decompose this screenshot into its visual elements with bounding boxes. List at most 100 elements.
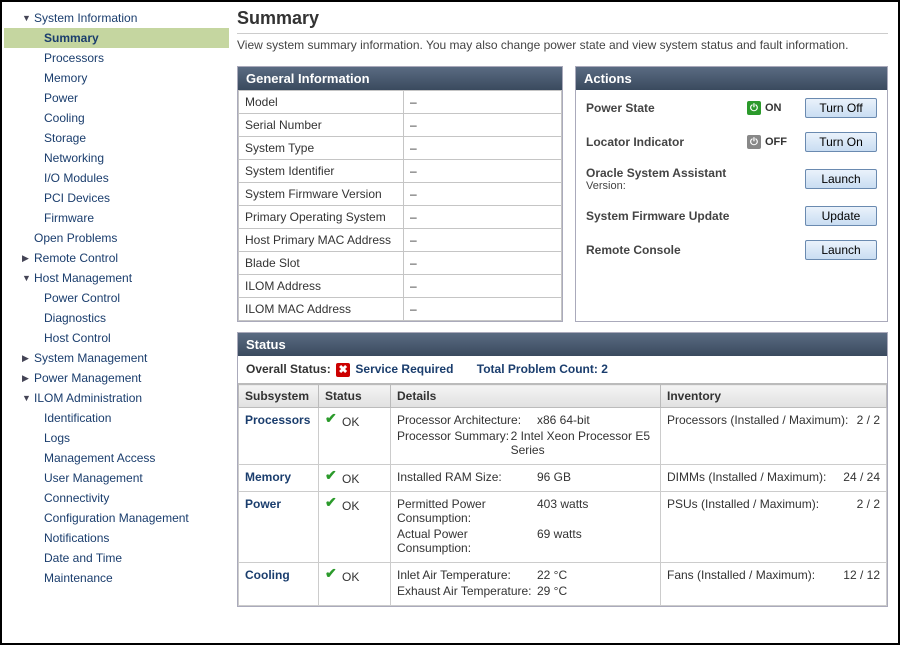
chevron-right-icon: ▶ [22,353,30,364]
detail-label: Actual Power Consumption: [397,527,537,555]
info-value: – [404,206,562,229]
info-label: ILOM MAC Address [239,298,404,321]
sidebar-item-cooling[interactable]: Cooling [4,108,229,128]
ok-icon [325,568,338,581]
detail-value: x86 64-bit [537,413,590,427]
sidebar-item-summary[interactable]: Summary [4,28,229,48]
status-text: OK [342,499,359,513]
info-value: – [404,275,562,298]
info-value: – [404,183,562,206]
action-state: ⏻OFF [747,135,805,149]
sidebar-item-open-problems[interactable]: Open Problems [4,228,229,248]
launch-button[interactable]: Launch [805,169,877,189]
info-row: Model– [239,91,562,114]
info-value: – [404,91,562,114]
info-value: – [404,160,562,183]
inventory-value: 12 / 12 [843,568,880,582]
info-row: ILOM MAC Address– [239,298,562,321]
sidebar: ▼System InformationSummaryProcessorsMemo… [2,2,229,643]
sidebar-item-networking[interactable]: Networking [4,148,229,168]
status-col-details: Details [391,385,661,408]
main-content: Summary View system summary information.… [229,2,898,643]
actions-panel: Actions Power State⏻ONTurn OffLocator In… [575,66,888,322]
info-label: Host Primary MAC Address [239,229,404,252]
inventory-value: 24 / 24 [843,470,880,484]
sidebar-item-i-o-modules[interactable]: I/O Modules [4,168,229,188]
sidebar-item-memory[interactable]: Memory [4,68,229,88]
ok-icon [325,497,338,510]
sidebar-item-date-and-time[interactable]: Date and Time [4,548,229,568]
inventory-cell: PSUs (Installed / Maximum):2 / 2 [661,492,887,563]
info-label: Blade Slot [239,252,404,275]
subsystem-link-cooling[interactable]: Cooling [245,568,290,582]
sidebar-item-firmware[interactable]: Firmware [4,208,229,228]
sidebar-item-host-control[interactable]: Host Control [4,328,229,348]
details-cell: Processor Architecture:x86 64-bitProcess… [391,408,661,465]
turn-on-button[interactable]: Turn On [805,132,877,152]
detail-value: 22 °C [537,568,567,582]
status-row: ProcessorsOKProcessor Architecture:x86 6… [239,408,887,465]
info-label: System Identifier [239,160,404,183]
sidebar-item-power-control[interactable]: Power Control [4,288,229,308]
detail-label: Processor Architecture: [397,413,537,427]
subsystem-link-processors[interactable]: Processors [245,413,310,427]
sidebar-item-identification[interactable]: Identification [4,408,229,428]
ok-icon [325,413,338,426]
detail-label: Exhaust Air Temperature: [397,584,537,598]
sidebar-item-power-management[interactable]: ▶Power Management [4,368,229,388]
detail-value: 29 °C [537,584,567,598]
sidebar-item-management-access[interactable]: Management Access [4,448,229,468]
general-info-panel: General Information Model–Serial Number–… [237,66,563,322]
action-state: ⏻ON [747,101,805,115]
detail-label: Inlet Air Temperature: [397,568,537,582]
status-col-subsystem: Subsystem [239,385,319,408]
info-row: Serial Number– [239,114,562,137]
info-value: – [404,252,562,275]
status-header: Status [238,333,887,356]
sidebar-item-storage[interactable]: Storage [4,128,229,148]
info-row: System Firmware Version– [239,183,562,206]
sidebar-item-host-management[interactable]: ▼Host Management [4,268,229,288]
info-label: System Firmware Version [239,183,404,206]
subsystem-link-memory[interactable]: Memory [245,470,291,484]
sidebar-item-pci-devices[interactable]: PCI Devices [4,188,229,208]
overall-status-value: Service Required [355,362,453,376]
launch-button[interactable]: Launch [805,240,877,260]
detail-value: 403 watts [537,497,588,525]
problem-count-value: 2 [601,362,608,376]
overall-status-row: Overall Status: ✖ Service Required Total… [238,356,887,384]
error-icon: ✖ [336,363,350,377]
sidebar-item-system-management[interactable]: ▶System Management [4,348,229,368]
sidebar-item-notifications[interactable]: Notifications [4,528,229,548]
sidebar-item-ilom-administration[interactable]: ▼ILOM Administration [4,388,229,408]
sidebar-item-configuration-management[interactable]: Configuration Management [4,508,229,528]
info-value: – [404,229,562,252]
status-panel: Status Overall Status: ✖ Service Require… [237,332,888,607]
sidebar-item-logs[interactable]: Logs [4,428,229,448]
power-icon: ⏻ [747,101,761,115]
page-title: Summary [237,8,888,29]
detail-value: 2 Intel Xeon Processor E5 Series [511,429,654,457]
action-label: Locator Indicator [586,135,747,149]
sidebar-item-system-information[interactable]: ▼System Information [4,8,229,28]
action-label: Power State [586,101,747,115]
action-row-oracle-system-assistant: Oracle System AssistantVersion:Launch [586,166,877,192]
inventory-label: DIMMs (Installed / Maximum): [667,470,826,484]
sidebar-item-user-management[interactable]: User Management [4,468,229,488]
sidebar-item-maintenance[interactable]: Maintenance [4,568,229,588]
sidebar-item-power[interactable]: Power [4,88,229,108]
sidebar-item-remote-control[interactable]: ▶Remote Control [4,248,229,268]
details-cell: Inlet Air Temperature:22 °CExhaust Air T… [391,563,661,606]
status-table: SubsystemStatusDetailsInventoryProcessor… [238,384,887,606]
general-info-header: General Information [238,67,562,90]
sidebar-item-processors[interactable]: Processors [4,48,229,68]
turn-off-button[interactable]: Turn Off [805,98,877,118]
chevron-down-icon: ▼ [22,13,30,23]
inventory-value: 2 / 2 [857,413,880,427]
page-description: View system summary information. You may… [237,33,888,52]
subsystem-link-power[interactable]: Power [245,497,281,511]
inventory-label: Processors (Installed / Maximum): [667,413,848,427]
update-button[interactable]: Update [805,206,877,226]
sidebar-item-connectivity[interactable]: Connectivity [4,488,229,508]
sidebar-item-diagnostics[interactable]: Diagnostics [4,308,229,328]
